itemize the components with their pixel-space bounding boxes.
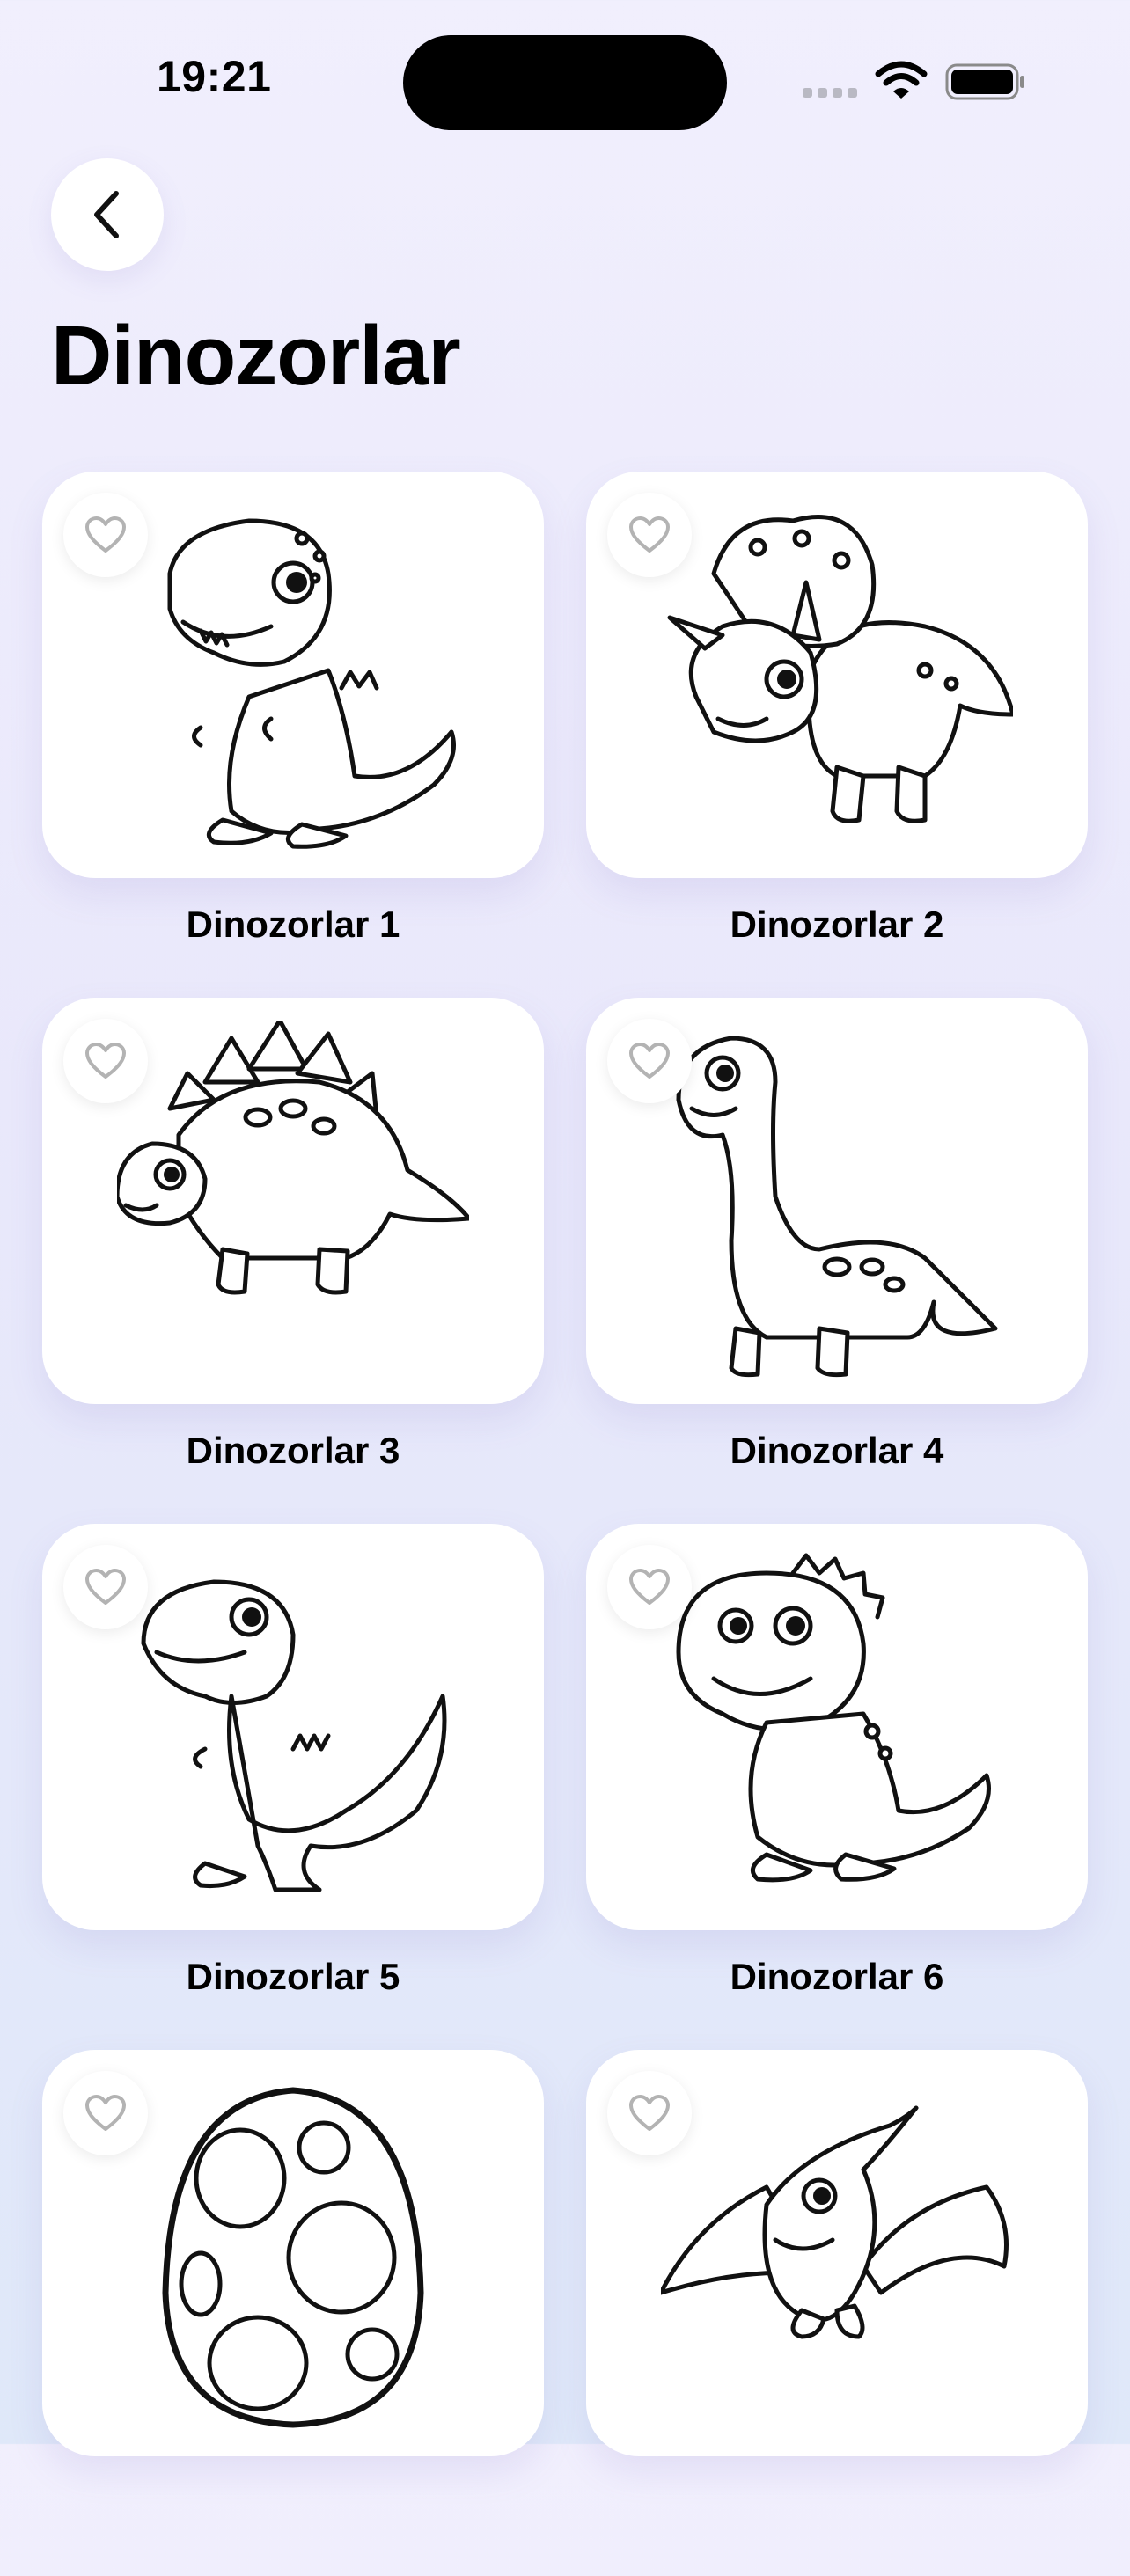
battery-icon — [945, 63, 1024, 100]
stegosaurus-drawing — [117, 1021, 469, 1295]
coloring-page-card[interactable] — [42, 998, 544, 1404]
coloring-page-item[interactable] — [586, 2050, 1088, 2576]
coloring-page-item[interactable]: Dinozorlar 1 — [42, 472, 544, 998]
triceratops-drawing — [667, 515, 1013, 823]
heart-outline-icon — [85, 2095, 126, 2131]
favorite-button[interactable] — [63, 1545, 148, 1629]
coloring-page-label: Dinozorlar 5 — [186, 1956, 400, 1997]
favorite-button[interactable] — [607, 1545, 692, 1629]
coloring-page-label: Dinozorlar 4 — [730, 1430, 944, 1471]
heart-outline-icon — [629, 2095, 670, 2131]
coloring-page-label: Dinozorlar 6 — [730, 1956, 944, 1997]
status-time: 19:21 — [157, 52, 272, 101]
heart-outline-icon — [85, 1569, 126, 1605]
coloring-page-item[interactable]: Dinozorlar 6 — [586, 1524, 1088, 2050]
coloring-page-card[interactable] — [586, 472, 1088, 878]
cellular-signal-icon — [803, 88, 857, 98]
heart-outline-icon — [629, 516, 670, 553]
coloring-page-label: Dinozorlar 3 — [186, 1430, 400, 1471]
favorite-button[interactable] — [63, 493, 148, 577]
dinosaur-egg-drawing — [162, 2087, 424, 2428]
status-icons — [799, 56, 1028, 109]
t-rex-drawing — [167, 518, 456, 849]
favorite-button[interactable] — [607, 2071, 692, 2155]
wifi-icon — [875, 61, 928, 99]
favorite-button[interactable] — [63, 2071, 148, 2155]
pterodactyl-drawing — [661, 2105, 1009, 2339]
brachiosaurus-drawing — [676, 1036, 998, 1378]
coloring-page-card[interactable] — [42, 1524, 544, 1930]
coloring-page-card[interactable] — [586, 2050, 1088, 2456]
coloring-page-item[interactable]: Dinozorlar 2 — [586, 472, 1088, 998]
coloring-page-card[interactable] — [42, 472, 544, 878]
favorite-button[interactable] — [607, 1019, 692, 1103]
favorite-button[interactable] — [63, 1019, 148, 1103]
dynamic-island — [403, 35, 727, 130]
heart-outline-icon — [85, 1043, 126, 1079]
coloring-page-item[interactable]: Dinozorlar 3 — [42, 998, 544, 1524]
page-title: Dinozorlar — [51, 309, 461, 403]
coloring-page-card[interactable] — [586, 998, 1088, 1404]
coloring-page-label: Dinozorlar 2 — [730, 904, 944, 945]
heart-outline-icon — [629, 1043, 670, 1079]
baby-dinosaur-drawing — [676, 1553, 991, 1883]
coloring-page-item[interactable]: Dinozorlar 5 — [42, 1524, 544, 2050]
favorite-button[interactable] — [607, 493, 692, 577]
coloring-page-item[interactable]: Dinozorlar 4 — [586, 998, 1088, 1524]
coloring-page-item[interactable] — [42, 2050, 544, 2576]
coloring-page-card[interactable] — [42, 2050, 544, 2456]
heart-outline-icon — [85, 516, 126, 553]
heart-outline-icon — [629, 1569, 670, 1605]
chevron-left-icon — [94, 191, 119, 238]
coloring-page-card[interactable] — [586, 1524, 1088, 1930]
coloring-page-grid: Dinozorlar 1 Dinozorlar 2 Dinozorlar 3 D… — [42, 472, 1088, 2576]
coloring-page-label: Dinozorlar 1 — [186, 904, 400, 945]
back-button[interactable] — [51, 158, 164, 271]
raptor-drawing — [141, 1579, 447, 1892]
